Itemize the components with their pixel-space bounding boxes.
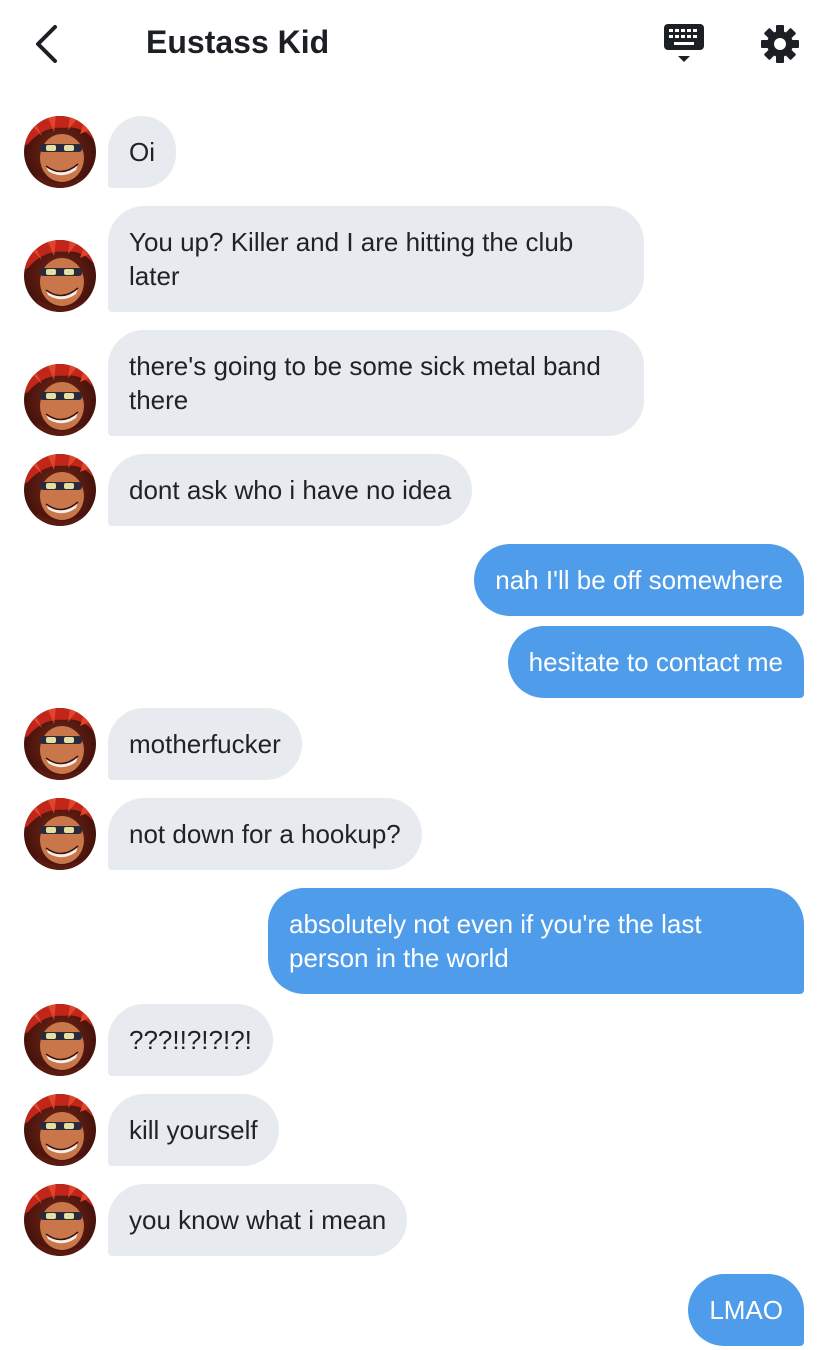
contact-avatar[interactable] (24, 454, 96, 526)
contact-avatar[interactable] (24, 1004, 96, 1076)
contact-avatar[interactable] (24, 708, 96, 780)
keyboard-button[interactable] (660, 20, 708, 68)
incoming-message[interactable]: there's going to be some sick metal band… (108, 330, 644, 436)
incoming-message[interactable]: you know what i mean (108, 1184, 408, 1256)
settings-button[interactable] (756, 20, 804, 68)
incoming-message[interactable]: You up? Killer and I are hitting the clu… (108, 206, 644, 312)
keyboard-icon (664, 24, 704, 62)
contact-avatar[interactable] (24, 1184, 96, 1256)
contact-avatar[interactable] (24, 1094, 96, 1166)
contact-avatar[interactable] (24, 364, 96, 436)
incoming-message[interactable]: not down for a hookup? (108, 798, 422, 870)
outgoing-message[interactable]: nah I'll be off somewhere (474, 544, 804, 616)
chat-header: Eustass Kid (0, 0, 828, 88)
outgoing-message[interactable]: absolutely not even if you're the last p… (268, 888, 804, 994)
outgoing-message[interactable]: LMAO (688, 1274, 804, 1346)
incoming-message[interactable]: dont ask who i have no idea (108, 454, 473, 526)
incoming-message[interactable]: motherfucker (108, 708, 302, 780)
contact-avatar[interactable] (24, 116, 96, 188)
contact-avatar[interactable] (24, 240, 96, 312)
outgoing-message[interactable]: hesitate to contact me (507, 626, 804, 698)
contact-avatar[interactable] (24, 798, 96, 870)
chat-title: Eustass Kid (146, 24, 330, 60)
incoming-message[interactable]: Oi (108, 116, 176, 188)
incoming-message[interactable]: ???!!?!?!?! (108, 1004, 273, 1076)
gear-icon (761, 25, 799, 63)
back-button[interactable] (24, 20, 68, 68)
incoming-message[interactable]: kill yourself (108, 1094, 279, 1166)
chevron-left-icon (36, 25, 57, 63)
